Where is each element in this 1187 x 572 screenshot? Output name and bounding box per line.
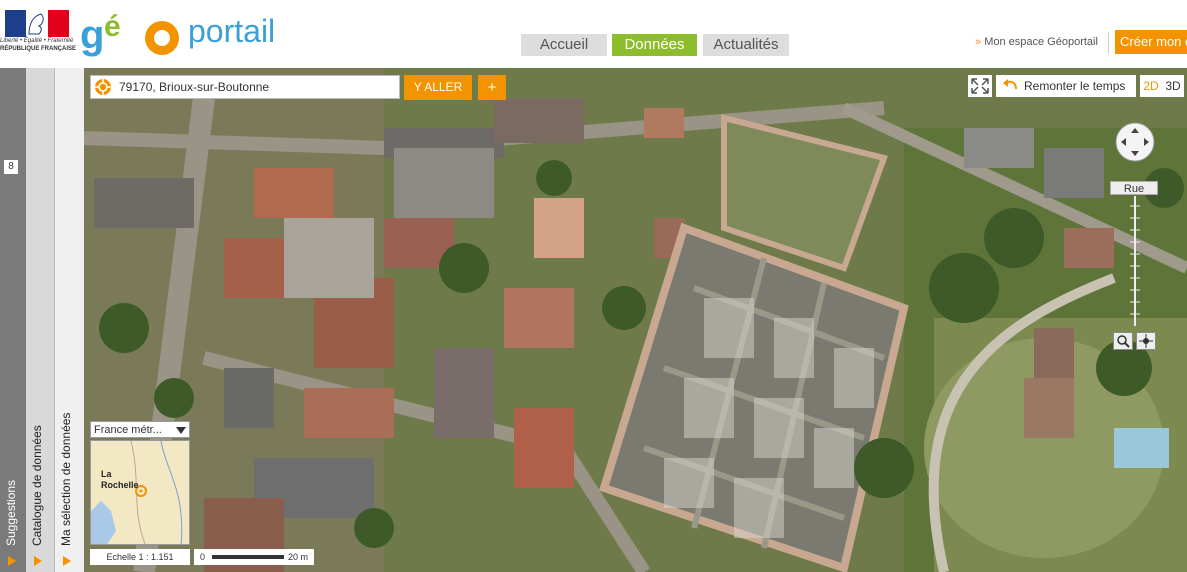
fullscreen-button[interactable]: [968, 75, 992, 97]
selection-arrow-icon[interactable]: [63, 556, 71, 566]
scale-bar: 0 20 m: [194, 549, 314, 565]
suggestions-tab-wrap: Suggestions: [4, 426, 22, 546]
espace-arrow: »: [975, 36, 982, 48]
geoportail-logo[interactable]: g é portail: [80, 6, 300, 58]
aerial-imagery[interactable]: [84, 68, 1187, 572]
marianne-flag-icon: [5, 10, 69, 37]
catalogue-tab-label: Catalogue de données: [30, 425, 44, 546]
remonter-label: Remonter le temps: [1024, 79, 1126, 93]
zoom-box-button[interactable]: [1113, 332, 1133, 350]
scale-end-label: 20 m: [288, 552, 309, 562]
overview-minimap[interactable]: La Rochelle: [90, 440, 190, 545]
chevron-down-icon: [176, 427, 186, 434]
geolocate-button[interactable]: [1136, 332, 1156, 350]
selection-panel[interactable]: Ma sélection de données: [55, 68, 85, 572]
logo-portail: portail: [188, 13, 275, 49]
minimap-city-line1: La: [101, 469, 112, 479]
search-box[interactable]: [90, 75, 400, 99]
catalogue-tab-wrap: Catalogue de données: [30, 346, 48, 546]
scale-start-label: 0: [200, 552, 206, 562]
locate-icon[interactable]: [94, 78, 112, 96]
nav-actualites[interactable]: Actualités: [703, 34, 789, 56]
espace-label: Mon espace Géoportail: [984, 36, 1098, 48]
region-select[interactable]: France métr...: [90, 421, 190, 438]
minimap-city-label: La Rochelle: [101, 469, 139, 491]
republique-text: RÉPUBLIQUE FRANÇAISE: [0, 46, 77, 52]
y-aller-button[interactable]: Y ALLER: [404, 75, 472, 100]
fullscreen-icon: [971, 78, 989, 94]
republique-francaise-logo[interactable]: Liberté • Égalité • Fraternité RÉPUBLIQU…: [0, 10, 77, 54]
region-select-value: France métr...: [94, 424, 162, 436]
nav-accueil[interactable]: Accueil: [521, 34, 607, 56]
minimap-graphic: [91, 441, 183, 544]
catalogue-panel[interactable]: Catalogue de données: [26, 68, 55, 572]
magnifier-icon: [1117, 335, 1130, 348]
pan-control[interactable]: [1115, 122, 1155, 162]
minimap-city-line2: Rochelle: [101, 480, 139, 490]
scale-ratio: Echelle 1 : 1.151: [90, 549, 190, 565]
zoom-slider[interactable]: [1130, 196, 1140, 326]
suggestions-tab-label: Suggestions: [4, 479, 18, 546]
suggestions-arrow-icon[interactable]: [8, 556, 16, 566]
catalogue-arrow-icon[interactable]: [34, 556, 42, 566]
pan-arrows-icon: [1115, 122, 1155, 162]
zoom-slider-track: [1130, 196, 1140, 326]
crosshair-icon: [1139, 334, 1153, 348]
scale-bar-line: [212, 555, 284, 559]
view-2d-button[interactable]: 2D: [1140, 75, 1162, 97]
devise-text: Liberté • Égalité • Fraternité: [0, 38, 74, 44]
header: Liberté • Égalité • Fraternité RÉPUBLIQU…: [0, 0, 1187, 68]
selection-tab-wrap: Ma sélection de données: [59, 346, 77, 546]
map-view[interactable]: La Rochelle: [84, 68, 1187, 572]
geoportail-logo-graphic: g é portail: [80, 10, 275, 57]
logo-g: g: [80, 13, 104, 57]
header-divider: [1108, 32, 1109, 54]
mon-espace-link[interactable]: » Mon espace Géoportail: [975, 36, 1098, 48]
selection-tab-label: Ma sélection de données: [59, 412, 73, 546]
logo-e: é: [104, 10, 121, 43]
remonter-le-temps-button[interactable]: Remonter le temps: [996, 75, 1136, 97]
plus-button[interactable]: +: [478, 75, 506, 100]
view-3d-button[interactable]: 3D: [1162, 75, 1184, 97]
suggestions-panel[interactable]: 8 Suggestions: [0, 68, 26, 572]
creer-compte-button[interactable]: Créer mon e: [1115, 30, 1187, 54]
suggestions-count-badge: 8: [4, 160, 18, 174]
nav-donnees[interactable]: Données: [612, 34, 697, 56]
undo-arrow-icon: [1003, 79, 1017, 90]
zoom-level-rue[interactable]: Rue: [1110, 181, 1158, 195]
search-input[interactable]: [119, 78, 389, 96]
